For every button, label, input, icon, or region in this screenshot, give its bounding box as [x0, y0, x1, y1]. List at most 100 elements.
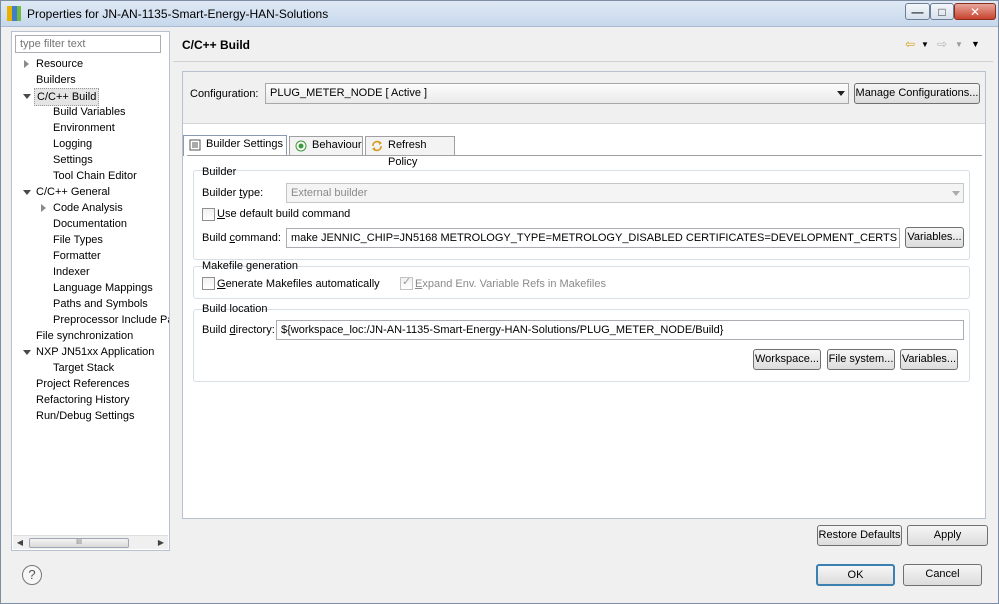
scrollbar-thumb[interactable]: III — [29, 538, 129, 548]
back-menu-icon[interactable]: ▼ — [921, 40, 929, 49]
minimize-button[interactable]: — — [905, 3, 930, 20]
builder-type-label: Builder type: — [202, 187, 264, 199]
generate-makefiles-checkbox[interactable] — [202, 277, 215, 290]
tree-item-label: Resource — [36, 58, 84, 70]
tab-strip: Builder Settings Behaviour Refresh Polic… — [183, 135, 985, 168]
builder-variables-button[interactable]: Variables... — [905, 227, 964, 248]
expand-env-refs-checkbox — [400, 275, 413, 290]
page-title: C/C++ Build — [182, 38, 251, 52]
tree-item-file-synchronization[interactable]: File synchronization — [36, 328, 133, 344]
builder-settings-icon — [189, 139, 201, 151]
build-directory-input[interactable]: ${workspace_loc:/JN-AN-1135-Smart-Energy… — [276, 320, 964, 340]
chevron-down-icon — [952, 191, 960, 196]
tree-item-label: Formatter — [53, 250, 101, 262]
tab-label: Builder Settings — [206, 138, 284, 150]
tree-item-label: Preprocessor Include Pa — [53, 314, 169, 326]
tree-item-label: Code Analysis — [53, 202, 123, 214]
header-separator — [173, 61, 993, 62]
close-button[interactable]: ✕ — [954, 3, 996, 20]
expand-arrow-icon[interactable] — [24, 60, 29, 68]
horizontal-scrollbar[interactable]: ◀ III ▶ — [13, 535, 168, 549]
close-icon: ✕ — [969, 5, 981, 19]
builder-group-title: Builder — [202, 166, 237, 178]
tree-item-settings[interactable]: Settings — [53, 152, 93, 168]
tree-item-label: Run/Debug Settings — [36, 410, 135, 422]
tree-item-language-mappings[interactable]: Language Mappings — [53, 280, 153, 296]
collapse-arrow-icon[interactable] — [23, 94, 31, 99]
forward-arrow-icon[interactable]: ⇨ — [937, 37, 947, 51]
maximize-button[interactable]: □ — [930, 3, 954, 20]
builder-settings-panel: Builder Builder type: External builder U… — [187, 155, 982, 505]
chevron-down-icon — [837, 91, 845, 96]
tree-item-label: NXP JN51xx Application — [36, 346, 155, 358]
restore-defaults-button[interactable]: Restore Defaults — [817, 525, 902, 546]
tree-item-build-variables[interactable]: Build Variables — [53, 104, 126, 120]
forward-menu-icon[interactable]: ▼ — [955, 40, 963, 49]
manage-configurations-button[interactable]: Manage Configurations... — [854, 83, 980, 104]
help-icon[interactable]: ? — [22, 565, 42, 585]
tree-item-environment[interactable]: Environment — [53, 120, 115, 136]
tree-item-project-references[interactable]: Project References — [36, 376, 130, 392]
tree-item-label: Builders — [36, 74, 76, 86]
behaviour-icon — [295, 140, 307, 152]
tree-item-label: Environment — [53, 122, 115, 134]
page-content: Configuration: PLUG_METER_NODE [ Active … — [182, 71, 986, 519]
tree-item-file-types[interactable]: File Types — [53, 232, 103, 248]
tree-item-preprocessor-include[interactable]: Preprocessor Include Pa — [53, 312, 169, 328]
tree-item-refactoring-history[interactable]: Refactoring History — [36, 392, 130, 408]
back-arrow-icon[interactable]: ⇦ — [905, 37, 915, 51]
tree-item-paths-and-symbols[interactable]: Paths and Symbols — [53, 296, 148, 312]
window-title: Properties for JN-AN-1135-Smart-Energy-H… — [27, 7, 329, 21]
property-tree: Resource Builders C/C++ Build Build Vari… — [12, 56, 169, 536]
tree-item-label: Project References — [36, 378, 130, 390]
history-nav: ⇦ ▼ ⇨ ▼ ▼ — [905, 37, 985, 51]
tree-item-label: Documentation — [53, 218, 127, 230]
build-directory-label: Build directory: — [202, 324, 275, 336]
expand-arrow-icon[interactable] — [41, 204, 46, 212]
tree-item-target-stack[interactable]: Target Stack — [53, 360, 114, 376]
file-system-button[interactable]: File system... — [827, 349, 895, 370]
ok-button[interactable]: OK — [816, 564, 895, 586]
expand-env-refs-label: Expand Env. Variable Refs in Makefiles — [415, 278, 606, 290]
tab-refresh-policy[interactable]: Refresh Policy — [365, 136, 455, 168]
tree-item-label: Logging — [53, 138, 93, 150]
collapse-arrow-icon[interactable] — [23, 190, 31, 195]
tree-item-label: Language Mappings — [53, 282, 153, 294]
tree-item-label: Indexer — [53, 266, 90, 278]
configuration-value: PLUG_METER_NODE [ Active ] — [270, 87, 428, 99]
title-bar[interactable]: Properties for JN-AN-1135-Smart-Energy-H… — [1, 1, 998, 27]
tree-item-documentation[interactable]: Documentation — [53, 216, 127, 232]
configuration-bar: Configuration: PLUG_METER_NODE [ Active … — [183, 72, 985, 124]
tree-item-tool-chain-editor[interactable]: Tool Chain Editor — [53, 168, 137, 184]
navigation-panel: Resource Builders C/C++ Build Build Vari… — [11, 31, 170, 551]
use-default-command-label: Use default build command — [217, 208, 351, 220]
maximize-icon: □ — [938, 5, 946, 19]
build-command-input[interactable]: make JENNIC_CHIP=JN5168 METROLOGY_TYPE=M… — [286, 228, 900, 248]
tree-item-indexer[interactable]: Indexer — [53, 264, 90, 280]
tab-behaviour[interactable]: Behaviour — [289, 136, 363, 155]
properties-dialog: Properties for JN-AN-1135-Smart-Energy-H… — [0, 0, 999, 604]
tab-builder-settings[interactable]: Builder Settings — [183, 135, 287, 156]
configuration-select[interactable]: PLUG_METER_NODE [ Active ] — [265, 83, 849, 104]
filter-input[interactable] — [15, 35, 161, 53]
scroll-left-icon[interactable]: ◀ — [15, 538, 25, 548]
tree-item-label: C/C++ General — [36, 186, 110, 198]
location-variables-button[interactable]: Variables... — [900, 349, 958, 370]
minimize-icon: — — [911, 5, 924, 19]
tree-item-label: File synchronization — [36, 330, 134, 342]
tree-item-run-debug-settings[interactable]: Run/Debug Settings — [36, 408, 134, 424]
cancel-button[interactable]: Cancel — [903, 564, 982, 586]
tree-item-logging[interactable]: Logging — [53, 136, 92, 152]
refresh-icon — [372, 140, 382, 152]
scroll-right-icon[interactable]: ▶ — [156, 538, 166, 548]
view-menu-icon[interactable]: ▼ — [971, 39, 980, 49]
tree-item-label: Settings — [53, 154, 93, 166]
collapse-arrow-icon[interactable] — [23, 350, 31, 355]
tree-item-formatter[interactable]: Formatter — [53, 248, 101, 264]
workspace-button[interactable]: Workspace... — [753, 349, 821, 370]
use-default-command-checkbox[interactable] — [202, 208, 215, 221]
tree-item-builders[interactable]: Builders — [36, 72, 76, 88]
apply-button[interactable]: Apply — [907, 525, 988, 546]
configuration-label: Configuration: — [190, 88, 259, 100]
builder-type-select: External builder — [286, 183, 964, 203]
